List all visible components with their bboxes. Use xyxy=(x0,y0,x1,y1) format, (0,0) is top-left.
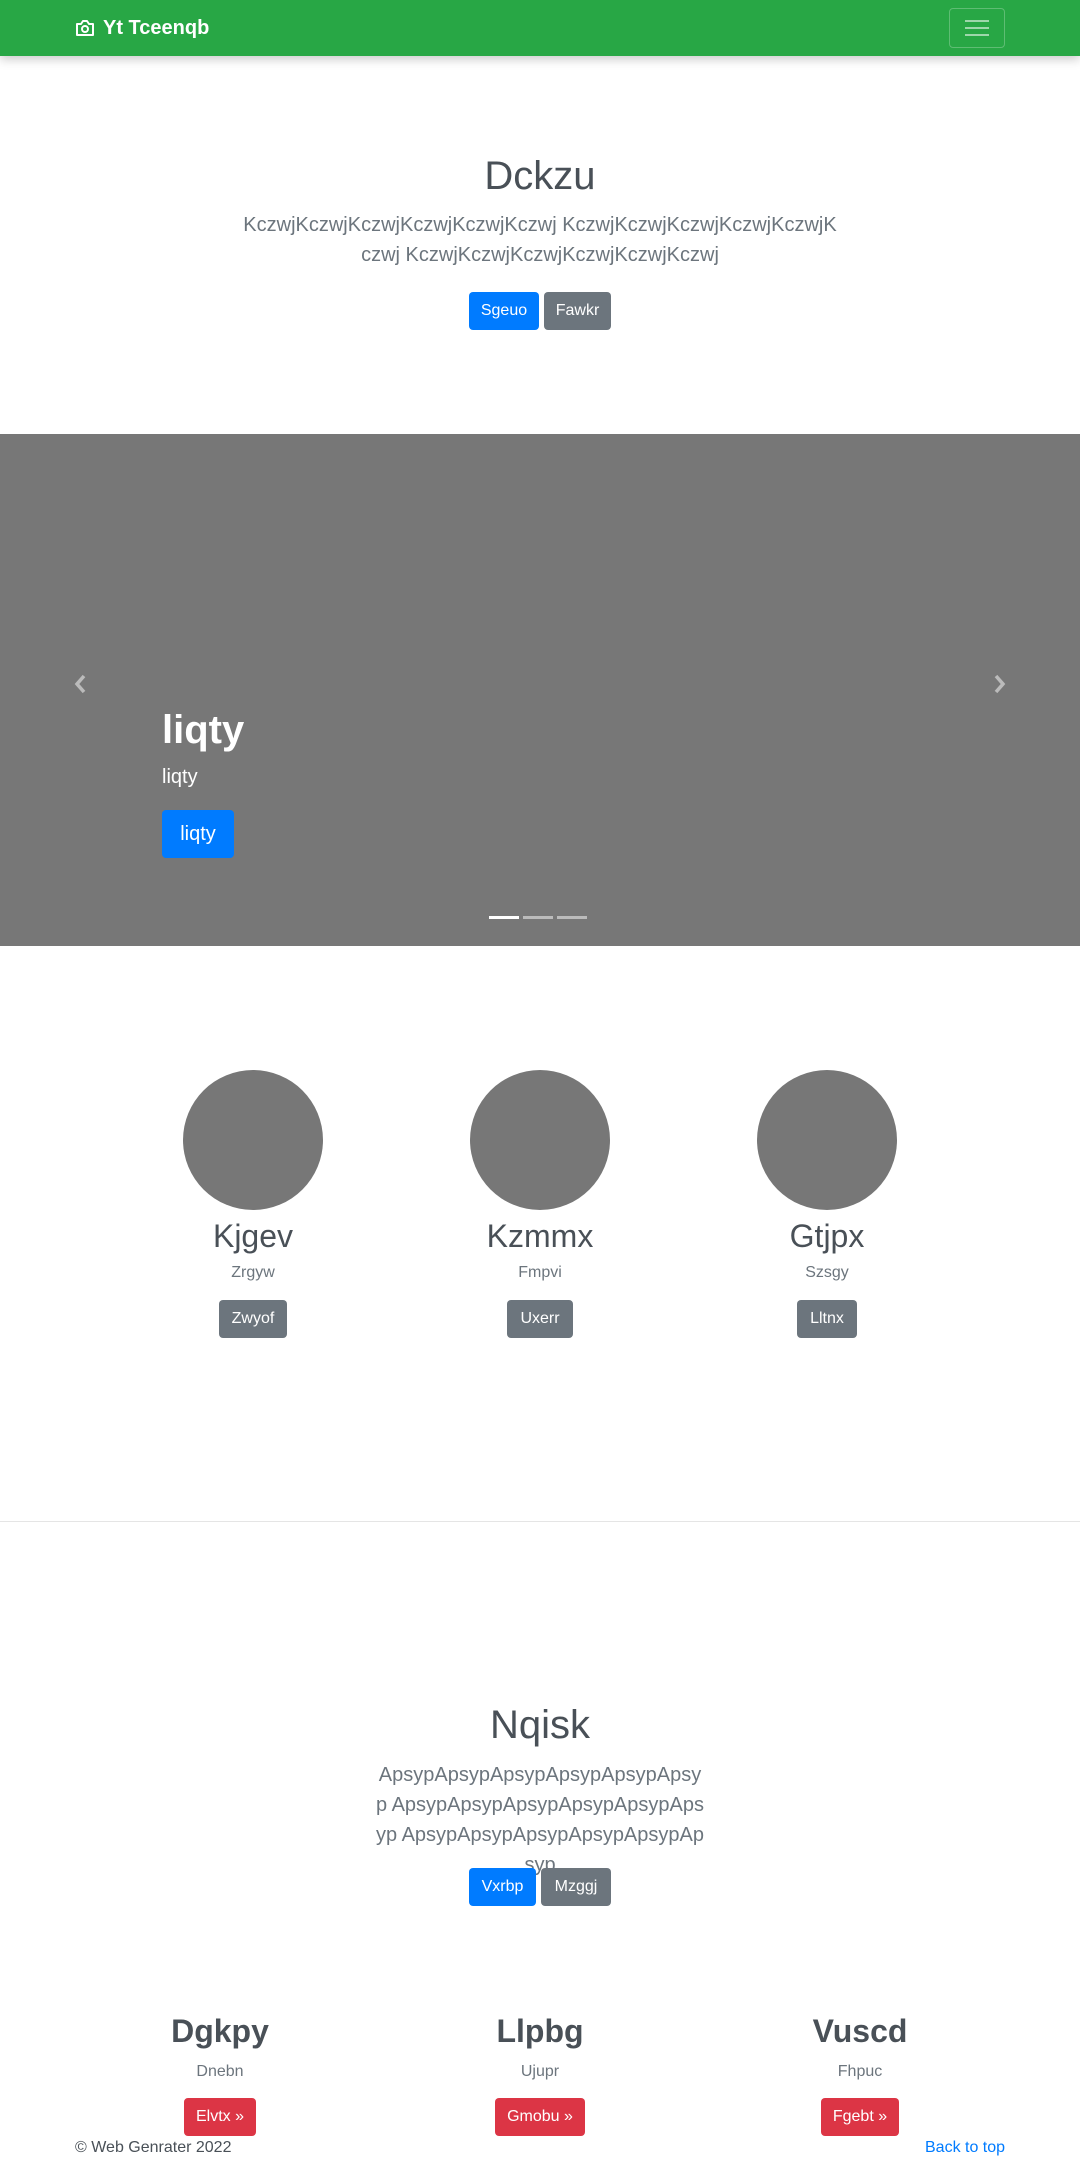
feature-button[interactable]: Fgebt » xyxy=(820,2098,900,2136)
team-section: Kjgev Zrgyw Zwyof Kzmmx Fmpvi Uxerr Gtjp… xyxy=(0,1070,1080,1340)
feature-title: Llpbg xyxy=(496,2013,584,2049)
avatar xyxy=(757,1070,897,1210)
carousel-indicators xyxy=(489,916,591,919)
hero-primary-button[interactable]: Sgeuo xyxy=(469,292,539,330)
member-role: Szsgy xyxy=(805,1264,849,1281)
member-name: Kzmmx xyxy=(486,1218,594,1254)
carousel-caption-title: liqty xyxy=(162,708,245,752)
carousel-next-button[interactable] xyxy=(983,668,1015,700)
member-name: Gtjpx xyxy=(789,1218,865,1254)
brand-name: Yt Tceenqb xyxy=(103,17,210,39)
team-member: Kjgev Zrgyw Zwyof xyxy=(163,1070,343,1338)
footer-copyright: © Web Genrater 2022 xyxy=(75,2139,232,2156)
carousel-caption-button[interactable]: liqty xyxy=(162,810,234,858)
feature-button[interactable]: Elvtx » xyxy=(183,2098,256,2136)
member-role: Fmpvi xyxy=(518,1264,562,1281)
feature-column: Llpbg Ujupr Gmobu » xyxy=(430,2008,650,2136)
brand-link[interactable]: Yt Tceenqb xyxy=(75,14,209,42)
carousel-caption-text: liqty xyxy=(162,766,198,788)
carousel-prev-button[interactable] xyxy=(65,668,97,700)
feature-subtitle: Fhpuc xyxy=(837,2063,883,2080)
member-role: Zrgyw xyxy=(231,1264,275,1281)
navbar: Yt Tceenqb xyxy=(0,0,1080,56)
carousel-indicator-2[interactable] xyxy=(523,916,553,919)
section-title: Nqisk xyxy=(489,1703,591,1747)
avatar xyxy=(470,1070,610,1210)
member-button[interactable]: Lltnx xyxy=(797,1300,857,1338)
hero-section: Dckzu KczwjKczwjKczwjKczwjKczwjKczwj Kcz… xyxy=(0,56,1080,434)
carousel-indicator-3[interactable] xyxy=(557,916,587,919)
carousel-indicator-1[interactable] xyxy=(489,916,519,919)
feature-title: Dgkpy xyxy=(171,2013,269,2049)
member-button[interactable]: Uxerr xyxy=(507,1300,573,1338)
feature-button[interactable]: Gmobu » xyxy=(495,2098,585,2136)
hero-lead: KczwjKczwjKczwjKczwjKczwjKczwj KczwjKczw… xyxy=(243,214,837,266)
secondary-section: Nqisk ApsypApsypApsypApsypApsypApsyp Aps… xyxy=(0,1690,1080,1906)
feature-title: Vuscd xyxy=(812,2013,908,2049)
hamburger-menu-icon xyxy=(965,20,989,36)
navbar-toggler-button[interactable] xyxy=(949,8,1005,48)
member-button[interactable]: Zwyof xyxy=(218,1300,288,1338)
hero-title: Dckzu xyxy=(484,154,596,198)
hero-secondary-button[interactable]: Fawkr xyxy=(544,292,611,330)
feature-column: Vuscd Fhpuc Fgebt » xyxy=(750,2008,970,2136)
camera-icon xyxy=(76,20,94,36)
team-member: Gtjpx Szsgy Lltnx xyxy=(737,1070,917,1338)
feature-subtitle: Dnebn xyxy=(196,2063,244,2080)
feature-column: Dgkpy Dnebn Elvtx » xyxy=(110,2008,330,2136)
section-primary-button[interactable]: Vxrbp xyxy=(469,1868,536,1906)
carousel: liqty liqty liqty xyxy=(0,434,1080,946)
section-secondary-button[interactable]: Mzggj xyxy=(541,1868,611,1906)
member-name: Kjgev xyxy=(212,1218,294,1254)
chevron-right-icon xyxy=(994,674,1006,694)
back-to-top-link[interactable]: Back to top xyxy=(925,2137,1005,2159)
chevron-left-icon xyxy=(74,674,86,694)
avatar xyxy=(183,1070,323,1210)
feature-subtitle: Ujupr xyxy=(520,2063,560,2080)
section-divider xyxy=(0,1521,1080,1522)
team-member: Kzmmx Fmpvi Uxerr xyxy=(450,1070,630,1338)
section-lead: ApsypApsypApsypApsypApsypApsyp ApsypApsy… xyxy=(376,1764,704,1876)
